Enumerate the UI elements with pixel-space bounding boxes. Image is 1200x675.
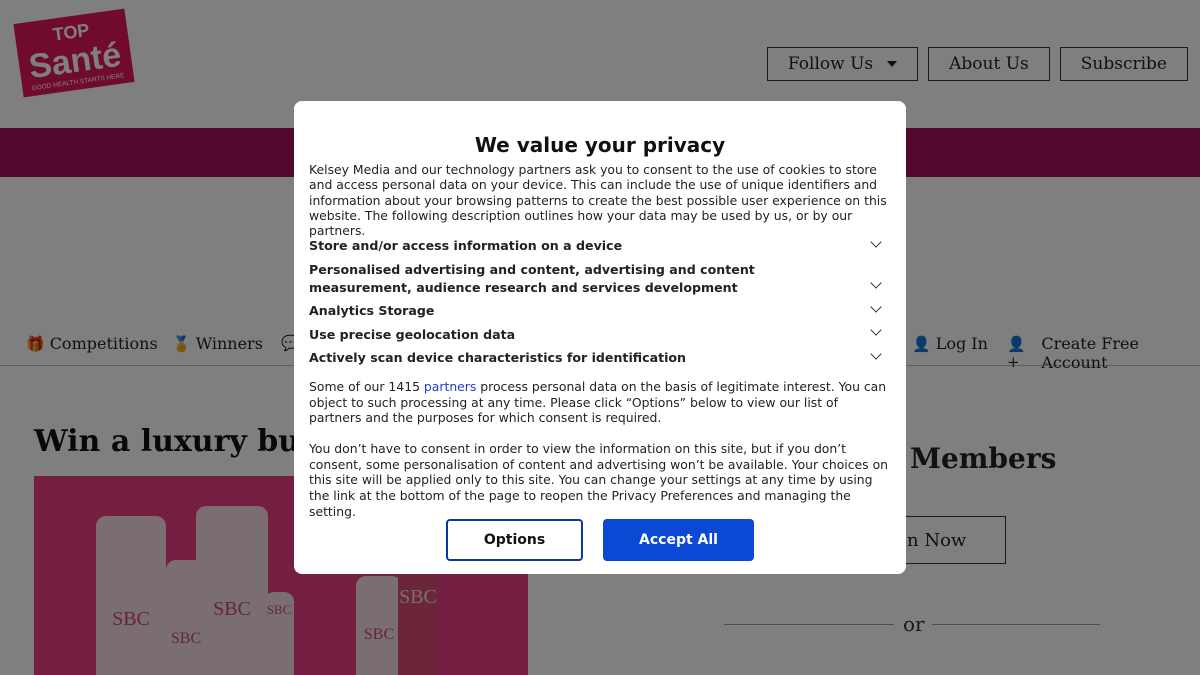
purpose-analytics-storage[interactable]: Analytics Storage	[309, 302, 881, 320]
partners-link[interactable]: partners	[424, 379, 476, 394]
purpose-device-scan[interactable]: Actively scan device characteristics for…	[309, 349, 881, 367]
no-consent-text: You don’t have to consent in order to vi…	[309, 441, 889, 519]
purpose-geolocation[interactable]: Use precise geolocation data	[309, 326, 881, 344]
legitimate-interest-text: Some of our 1415 partners process person…	[309, 379, 887, 426]
purpose-personalised-ads[interactable]: Personalised advertising and content, ad…	[309, 261, 856, 296]
accept-all-button[interactable]: Accept All	[603, 519, 754, 561]
dialog-intro: Kelsey Media and our technology partners…	[309, 162, 887, 239]
options-button[interactable]: Options	[446, 519, 583, 561]
chevron-down-icon[interactable]	[870, 277, 882, 289]
dialog-title: We value your privacy	[474, 133, 726, 157]
privacy-consent-dialog: We value your privacy Kelsey Media and o…	[294, 101, 906, 574]
purpose-store-access[interactable]: Store and/or access information on a dev…	[309, 237, 881, 255]
